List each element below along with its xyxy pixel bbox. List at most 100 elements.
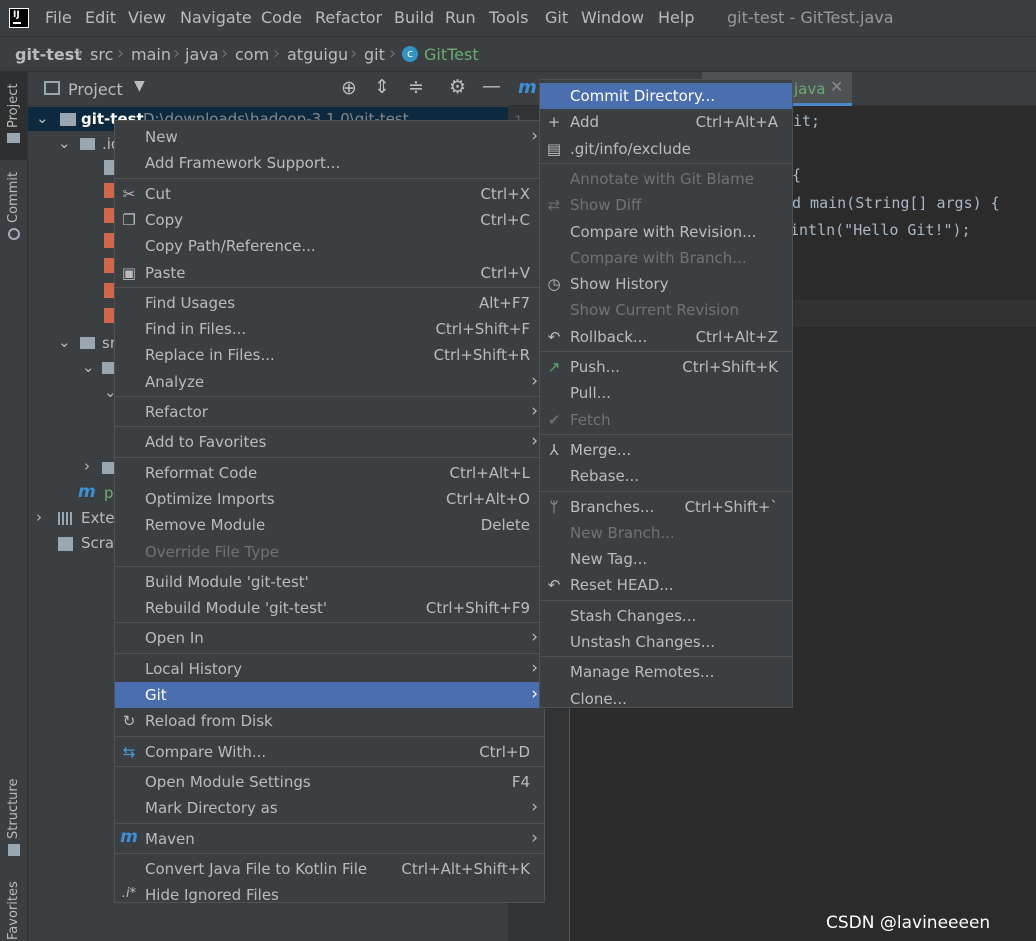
menu-item-shortcut: Ctrl+X (480, 184, 530, 203)
git-menu-item-pull[interactable]: Pull... (540, 380, 792, 406)
menu-navigate[interactable]: Navigate (180, 8, 252, 27)
git-menu-item-rollback[interactable]: ↶ Rollback... Ctrl+Alt+Z (540, 324, 792, 350)
menu-window[interactable]: Window (581, 8, 644, 27)
context-menu-item-copy[interactable]: ❐ Copy Ctrl+C (115, 207, 544, 233)
menu-item-shortcut: Delete (480, 516, 530, 535)
favorites-tool-tab[interactable]: Favorites (6, 881, 21, 940)
menu-item-label: Show Diff (570, 196, 642, 215)
git-menu-item-new-tag[interactable]: New Tag... (540, 546, 792, 572)
xml-file-icon (104, 308, 114, 323)
git-menu-item-fetch: ✔ Fetch (540, 407, 792, 433)
menu-item-label: Maven (145, 829, 195, 848)
context-menu-item-new[interactable]: New › (115, 124, 544, 150)
context-menu-item-convert-java-file-to-kotlin-file[interactable]: Convert Java File to Kotlin File Ctrl+Alt… (115, 856, 544, 882)
dropdown-arrow-icon[interactable]: ▼ (134, 78, 145, 94)
breadcrumb-git[interactable]: git (364, 45, 385, 64)
context-menu-item-add-framework-support[interactable]: Add Framework Support... (115, 150, 544, 176)
context-menu-item-local-history[interactable]: Local History › (115, 656, 544, 682)
menu-item-label: Show Current Revision (570, 301, 740, 320)
context-menu-item-paste[interactable]: ▣ Paste Ctrl+V (115, 260, 544, 286)
git-menu-item-rebase[interactable]: Rebase... (540, 463, 792, 489)
context-menu-item-reformat-code[interactable]: Reformat Code Ctrl+Alt+L (115, 460, 544, 486)
git-menu-item-stash-changes[interactable]: Stash Changes... (540, 603, 792, 629)
context-menu-item-maven[interactable]: m Maven › (115, 826, 544, 852)
menu-git[interactable]: Git (545, 8, 568, 27)
menu-view[interactable]: View (128, 8, 166, 27)
context-menu-item-remove-module[interactable]: Remove Module Delete (115, 512, 544, 538)
context-menu-item-compare-with[interactable]: ⇆ Compare With... Ctrl+D (115, 739, 544, 765)
expand-all-icon[interactable]: ⇕ (374, 76, 390, 98)
context-menu-item-build-module-git-test[interactable]: Build Module 'git-test' (115, 569, 544, 595)
menu-build[interactable]: Build (394, 8, 434, 27)
context-menu-item-open-in[interactable]: Open In › (115, 625, 544, 651)
chevron-right-icon: › (531, 684, 538, 704)
menu-item-label: Copy (145, 210, 184, 229)
context-menu-item-git[interactable]: Git › (115, 682, 544, 708)
context-menu-item-open-module-settings[interactable]: Open Module Settings F4 (115, 769, 544, 795)
menu-code[interactable]: Code (261, 8, 302, 27)
git-menu-item-branches[interactable]: ᛘ Branches... Ctrl+Shift+` (540, 494, 792, 520)
context-menu-item-add-to-favorites[interactable]: Add to Favorites › (115, 429, 544, 455)
gear-icon[interactable]: ⚙ (449, 76, 466, 98)
context-menu-item-rebuild-module-git-test[interactable]: Rebuild Module 'git-test' Ctrl+Shift+F9 (115, 595, 544, 621)
breadcrumb-src[interactable]: src (90, 45, 113, 64)
menu-item-label: Clone... (570, 689, 627, 708)
context-menu-item-find-in-files[interactable]: Find in Files... Ctrl+Shift+F (115, 316, 544, 342)
git-menu-item-push[interactable]: ↗ Push... Ctrl+Shift+K (540, 354, 792, 380)
commit-tool-tab[interactable]: Commit (6, 172, 21, 223)
menu-run[interactable]: Run (445, 8, 476, 27)
git-menu-item-show-history[interactable]: ◷ Show History (540, 271, 792, 297)
context-menu-item-copy-path-reference[interactable]: Copy Path/Reference... (115, 233, 544, 259)
git-menu-item-manage-remotes[interactable]: Manage Remotes... (540, 659, 792, 685)
context-menu-item-cut[interactable]: ✂ Cut Ctrl+X (115, 181, 544, 207)
git-menu-item-add[interactable]: + Add Ctrl+Alt+A (540, 109, 792, 135)
breadcrumb-project[interactable]: git-test (15, 45, 82, 64)
paste-icon: ▣ (121, 263, 137, 282)
menu-item-shortcut: Alt+F7 (478, 293, 530, 312)
context-menu-item-optimize-imports[interactable]: Optimize Imports Ctrl+Alt+O (115, 486, 544, 512)
menu-separator (540, 599, 792, 601)
locate-file-icon[interactable]: ⊕ (341, 77, 357, 99)
tree-row-label: p (104, 484, 114, 502)
menu-item-shortcut: Ctrl+C (480, 210, 530, 229)
menu-item-label: Mark Directory as (145, 799, 278, 818)
collapse-all-icon[interactable]: ≑ (408, 76, 424, 98)
menu-item-shortcut: Ctrl+Shift+R (433, 346, 530, 365)
git-menu-item-reset-head[interactable]: ↶ Reset HEAD... (540, 572, 792, 598)
git-menu-item-merge[interactable]: ⅄ Merge... (540, 437, 792, 463)
git-menu-item-unstash-changes[interactable]: Unstash Changes... (540, 629, 792, 655)
chevron-right-icon: › (84, 457, 90, 475)
breadcrumb-class[interactable]: GitTest (424, 45, 479, 64)
project-panel-title[interactable]: Project (68, 80, 123, 99)
breadcrumb-atguigu[interactable]: atguigu (287, 45, 348, 64)
context-menu-item-hide-ignored-files[interactable]: .i* Hide Ignored Files (115, 882, 544, 908)
git-menu-item-clone[interactable]: Clone... (540, 686, 792, 712)
breadcrumb-java[interactable]: java (185, 45, 219, 64)
context-menu-item-replace-in-files[interactable]: Replace in Files... Ctrl+Shift+R (115, 342, 544, 368)
close-tab-icon[interactable]: ✕ (830, 77, 843, 96)
menu-refactor[interactable]: Refactor (315, 8, 382, 27)
git-menu-item-commit-directory[interactable]: Commit Directory... (540, 83, 792, 109)
project-tool-tab[interactable]: Project (6, 84, 21, 128)
structure-tool-tab[interactable]: Structure (6, 779, 21, 839)
menu-edit[interactable]: Edit (85, 8, 116, 27)
git-menu-item-git-info-exclude[interactable]: ▤ .git/info/exclude (540, 136, 792, 162)
folder-icon (80, 337, 95, 349)
breadcrumb-com[interactable]: com (235, 45, 269, 64)
menu-tools[interactable]: Tools (489, 8, 528, 27)
hide-panel-icon[interactable]: — (482, 75, 501, 97)
chevron-right-icon: › (389, 43, 397, 64)
project-view-icon (44, 81, 60, 95)
xml-file-icon (104, 258, 114, 273)
context-menu-item-mark-directory-as[interactable]: Mark Directory as › (115, 795, 544, 821)
context-menu-item-analyze[interactable]: Analyze › (115, 369, 544, 395)
context-menu-item-find-usages[interactable]: Find Usages Alt+F7 (115, 290, 544, 316)
git-menu-item-compare-with-revision[interactable]: Compare with Revision... (540, 219, 792, 245)
menu-file[interactable]: File (45, 8, 72, 27)
breadcrumb-main[interactable]: main (131, 45, 171, 64)
context-menu-item-refactor[interactable]: Refactor › (115, 399, 544, 425)
menu-help[interactable]: Help (658, 8, 694, 27)
chevron-right-icon: › (273, 43, 281, 64)
context-menu-item-reload-from-disk[interactable]: ↻ Reload from Disk (115, 708, 544, 734)
git-menu-item-new-branch: New Branch... (540, 520, 792, 546)
